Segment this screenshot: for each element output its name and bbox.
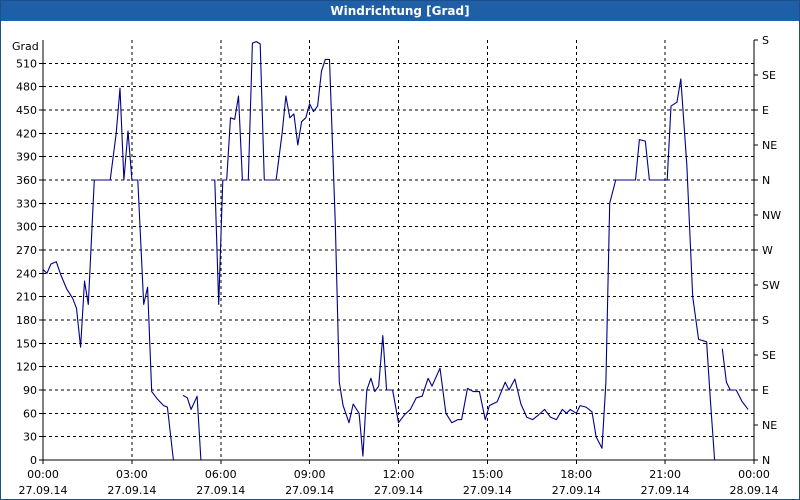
series-wind-direction xyxy=(42,41,749,461)
y-tick-label-left: 420 xyxy=(16,127,37,140)
y-tick-label-right: SW xyxy=(762,279,780,292)
x-tick-time: 00:00 xyxy=(27,468,59,481)
series-line-segment xyxy=(721,348,749,410)
y-tick-label-right: SE xyxy=(762,349,776,362)
x-tick-date: 28.09.14 xyxy=(730,484,779,497)
y-tick-label-left: 30 xyxy=(23,431,37,444)
y-tick-label-right: E xyxy=(762,104,769,117)
y-tick-label-right: NE xyxy=(762,139,777,152)
y-tick-label-left: 60 xyxy=(23,407,37,420)
x-tick-time: 12:00 xyxy=(383,468,415,481)
x-ticks: 00:00 27.09.14 03:00 27.09.14 06:00 27.09.14 0… xyxy=(19,460,779,497)
x-tick-date: 27.09.14 xyxy=(19,484,68,497)
y-tick-label-left: 0 xyxy=(30,454,37,467)
series-line-segment xyxy=(211,41,716,461)
x-tick-date: 27.09.14 xyxy=(107,484,156,497)
y-tick-label-right: W xyxy=(762,244,773,257)
y-tick-label-left: 480 xyxy=(16,81,37,94)
series-line-segment xyxy=(42,87,174,461)
x-tick-time: 06:00 xyxy=(205,468,237,481)
x-tick-date: 27.09.14 xyxy=(374,484,423,497)
y-tick-label-right: N xyxy=(762,454,770,467)
x-tick-time: 09:00 xyxy=(294,468,326,481)
y-axis-label: Grad xyxy=(12,40,39,53)
x-tick-date: 27.09.14 xyxy=(285,484,334,497)
x-tick-date: 27.09.14 xyxy=(196,484,245,497)
x-tick-date: 27.09.14 xyxy=(463,484,512,497)
y-tick-label-left: 150 xyxy=(16,337,37,350)
grid xyxy=(43,40,754,460)
y-tick-label-left: 360 xyxy=(16,174,37,187)
y-tick-label-right: E xyxy=(762,384,769,397)
y-tick-label-right: S xyxy=(762,34,769,47)
y-tick-label-right: N xyxy=(762,174,770,187)
x-tick-date: 27.09.14 xyxy=(641,484,690,497)
y-tick-label-left: 510 xyxy=(16,57,37,70)
y-ticks-left: 0 30 60 90 120 150 180 210 240 270 300 330 360 390 420… xyxy=(16,57,43,467)
wind-direction-chart: Grad 0 30 60 90 120 150 180 210 240 270 300 330 360 3… xyxy=(12,34,781,497)
y-tick-label-right: SE xyxy=(762,69,776,82)
x-tick-date: 27.09.14 xyxy=(552,484,601,497)
window-title: Windrichtung [Grad] xyxy=(1,1,799,21)
y-tick-label-right: NW xyxy=(762,209,781,222)
y-tick-label-left: 90 xyxy=(23,384,37,397)
y-tick-label-left: 270 xyxy=(16,244,37,257)
y-tick-label-left: 210 xyxy=(16,291,37,304)
y-tick-label-left: 240 xyxy=(16,267,37,280)
y-tick-label-left: 300 xyxy=(16,221,37,234)
y-ticks-right: N NE E SE S SW W NW N NE E SE S xyxy=(754,34,781,467)
x-tick-time: 18:00 xyxy=(560,468,592,481)
x-tick-time: 21:00 xyxy=(649,468,681,481)
y-tick-label-left: 390 xyxy=(16,151,37,164)
x-tick-time: 15:00 xyxy=(472,468,504,481)
y-tick-label-left: 120 xyxy=(16,361,37,374)
y-tick-label-right: S xyxy=(762,314,769,327)
x-tick-time: 03:00 xyxy=(116,468,148,481)
y-tick-label-left: 330 xyxy=(16,197,37,210)
series-line-segment xyxy=(182,394,202,461)
y-tick-label-left: 180 xyxy=(16,314,37,327)
y-tick-label-right: NE xyxy=(762,419,777,432)
y-tick-label-left: 450 xyxy=(16,104,37,117)
x-tick-time: 00:00 xyxy=(738,468,770,481)
